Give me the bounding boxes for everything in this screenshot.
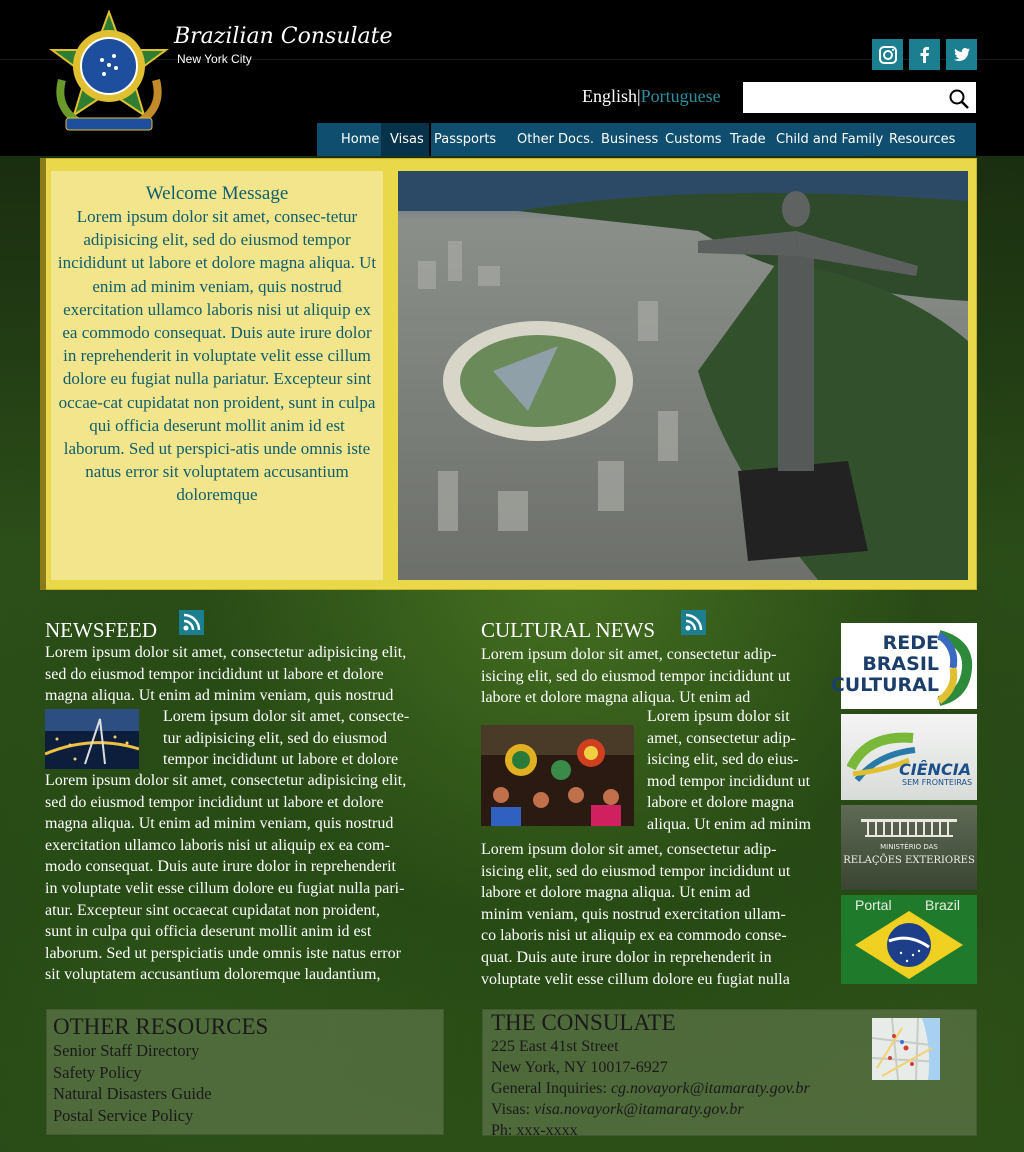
cultural-body: Lorem ipsum dolor sit amet, consectetur … <box>481 841 791 988</box>
ciencia-sem-fronteiras-banner[interactable]: CIÊNCIA SEM FRONTEIRAS <box>841 714 977 800</box>
resource-link-safety-policy[interactable]: Safety Policy <box>53 1062 443 1084</box>
main-navigation: Home Visas Passports Other Docs. Busines… <box>317 123 976 156</box>
welcome-title: Welcome Message <box>145 183 289 204</box>
brazil-label: Brazil <box>925 897 961 913</box>
cultural-news-title: CULTURAL NEWS <box>481 618 656 642</box>
newsfeed-intro: Lorem ipsum dolor sit amet, consectetur … <box>45 644 407 705</box>
facebook-icon <box>920 46 929 63</box>
brazil-coat-of-arms-logo[interactable] <box>44 10 174 142</box>
nav-item-other-docs[interactable]: Other Docs. <box>503 123 594 156</box>
ministerio-line-1: MINISTÉRIO DAS <box>880 843 938 851</box>
ministerio-line-2: RELAÇÕES EXTERIORES <box>843 855 975 866</box>
search-icon[interactable] <box>948 88 970 110</box>
welcome-text: Lorem ipsum dolor sit amet, consec-tetur… <box>57 207 377 505</box>
nav-item-home[interactable]: Home <box>317 123 381 156</box>
language-english-link[interactable]: English <box>582 86 637 106</box>
hero-frame-shadow <box>40 158 46 590</box>
rss-icon <box>183 613 201 631</box>
rss-icon <box>685 613 703 631</box>
itamaraty-building-icon <box>861 819 957 837</box>
language-portuguese-link[interactable]: Portuguese <box>641 86 721 106</box>
welcome-panel: Welcome Message Lorem ipsum dolor sit am… <box>51 171 383 580</box>
portal-brazil-banner[interactable]: Portal Brazil <box>841 895 977 984</box>
rio-christ-redeemer-image <box>398 171 968 580</box>
nav-item-resources[interactable]: Resources <box>881 123 961 156</box>
other-resources-panel: OTHER RESOURCES Senior Staff Directory S… <box>46 1009 444 1135</box>
consulate-visas: Visas: visa.novayork@itamaraty.gov.br <box>491 1101 744 1118</box>
newsfeed-side-text: Lorem ipsum dolor sit amet, consecte- tu… <box>163 708 410 769</box>
twitter-button[interactable] <box>946 39 977 70</box>
nav-item-visas[interactable]: Visas <box>381 123 431 156</box>
general-email-link[interactable]: cg.novayork@itamaraty.gov.br <box>611 1080 810 1097</box>
search-input[interactable] <box>743 82 943 113</box>
cultural-intro: Lorem ipsum dolor sit amet, consectetur … <box>481 646 791 707</box>
site-subtitle: New York City <box>177 52 252 66</box>
rede-brasil-cultural-text: REDE BRASIL CULTURAL <box>830 632 939 696</box>
cultural-rss-button[interactable] <box>681 610 706 635</box>
portal-label: Portal <box>855 897 892 913</box>
language-switcher: English|Portuguese <box>582 86 721 107</box>
other-resources-title: OTHER RESOURCES <box>53 1014 269 1039</box>
search-box <box>743 82 976 113</box>
site-title[interactable]: Brazilian Consulate <box>174 24 393 49</box>
consulate-general-inquiries: General Inquiries: cg.novayork@itamaraty… <box>491 1080 810 1097</box>
nav-item-customs[interactable]: Customs <box>654 123 722 156</box>
ciencia-title: CIÊNCIA <box>899 760 972 779</box>
nav-item-trade[interactable]: Trade <box>720 123 767 156</box>
newsfeed-title: NEWSFEED <box>45 618 157 642</box>
twitter-icon <box>953 47 970 61</box>
newsfeed-body: Lorem ipsum dolor sit amet, consectetur … <box>45 772 407 984</box>
facebook-button[interactable] <box>909 39 940 70</box>
resource-link-postal-service[interactable]: Postal Service Policy <box>53 1105 443 1127</box>
nav-item-business[interactable]: Business <box>589 123 658 156</box>
nav-item-passports[interactable]: Passports <box>431 123 503 156</box>
resource-link-senior-staff[interactable]: Senior Staff Directory <box>53 1040 443 1062</box>
consulate-phone: Ph: xxx-xxxx <box>491 1122 578 1139</box>
rede-brasil-cultural-banner[interactable]: REDE BRASIL CULTURAL <box>831 623 977 709</box>
visas-email-link[interactable]: visa.novayork@itamaraty.gov.br <box>534 1101 744 1118</box>
cultural-news-thumbnail[interactable] <box>481 725 634 826</box>
consulate-map-thumbnail[interactable] <box>872 1018 940 1080</box>
ciencia-subtitle: SEM FRONTEIRAS <box>902 778 973 787</box>
newsfeed-rss-button[interactable] <box>179 610 204 635</box>
cultural-side-text: Lorem ipsum dolor sit amet, consectetur … <box>647 708 811 833</box>
instagram-button[interactable] <box>872 39 903 70</box>
nav-item-child-and-family[interactable]: Child and Family <box>767 123 883 156</box>
ministerio-relacoes-exteriores-banner[interactable]: MINISTÉRIO DAS RELAÇÕES EXTERIORES <box>841 805 977 890</box>
newsfeed-thumbnail[interactable] <box>45 709 139 769</box>
instagram-icon <box>878 45 897 64</box>
resource-link-natural-disasters[interactable]: Natural Disasters Guide <box>53 1083 443 1105</box>
